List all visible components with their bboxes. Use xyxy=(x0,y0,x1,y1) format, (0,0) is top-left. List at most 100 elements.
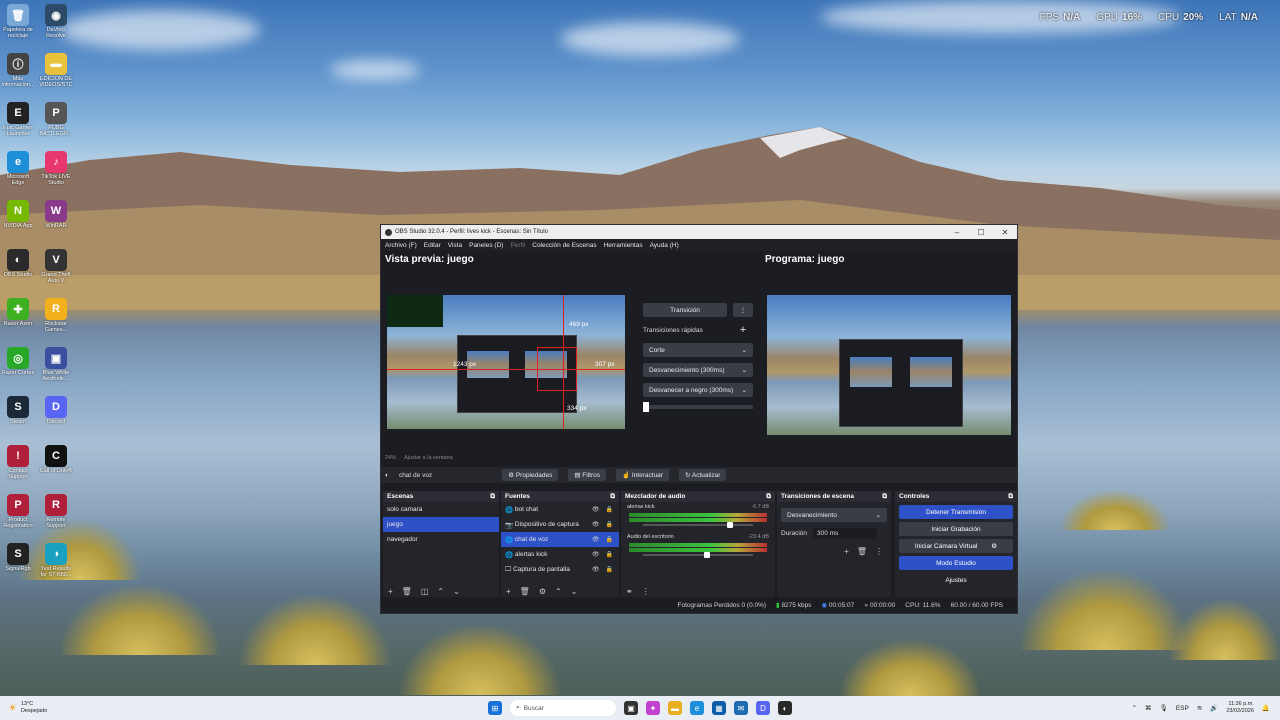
desktop-shortcut[interactable]: ▬ EDICION DE VIDEOS/STC xyxy=(38,53,74,99)
store-icon[interactable]: ▦ xyxy=(712,701,726,715)
menu-paneles[interactable]: Paneles (D) xyxy=(469,242,503,249)
volume-slider[interactable] xyxy=(643,522,753,528)
tbar-slider[interactable] xyxy=(643,402,753,412)
preview-canvas[interactable]: 469 px 1243 px 307 px 334 px xyxy=(387,295,625,429)
desktop-shortcut[interactable]: D Discord xyxy=(38,396,74,442)
wifi-icon[interactable]: ≋ xyxy=(1197,704,1202,712)
eye-icon[interactable]: 👁 xyxy=(592,566,600,573)
desktop-shortcut[interactable]: P PUBG BATTLEGR... xyxy=(38,102,74,148)
source-screen-capture[interactable]: 🖵 Captura de pantalla 👁 🔒 xyxy=(501,562,619,577)
zoom-fit[interactable]: Ajustar a la ventana xyxy=(404,455,453,461)
stop-stream-button[interactable]: Detener Transmisión xyxy=(899,505,1013,519)
lock-icon[interactable]: 🔒 xyxy=(606,506,613,513)
desktop-shortcut[interactable]: E Epic Games Launcher xyxy=(0,102,36,148)
close-icon[interactable]: ✕ xyxy=(993,228,1017,237)
desktop-shortcut[interactable]: ◐ OBS Studio xyxy=(0,249,36,295)
add-icon[interactable]: + xyxy=(506,587,511,596)
up-icon[interactable]: ⌃ xyxy=(437,587,444,596)
desktop-shortcut[interactable]: ♪ TikTok LIVE Studio xyxy=(38,151,74,197)
desktop-shortcut[interactable]: V Grand Theft Auto V xyxy=(38,249,74,295)
volume-slider[interactable] xyxy=(643,552,753,558)
desktop-shortcut[interactable]: ⓘ Más información... xyxy=(0,53,36,99)
menu-coleccion[interactable]: Colección de Escenas xyxy=(532,242,596,249)
dock-undock-icon[interactable]: ⧉ xyxy=(1008,493,1013,500)
start-icon[interactable]: ⊞ xyxy=(488,701,502,715)
trash-icon[interactable]: 🗑 xyxy=(520,587,530,596)
gear-icon[interactable]: ⚙ xyxy=(539,587,546,596)
up-icon[interactable]: ⌃ xyxy=(555,587,562,596)
obs-icon[interactable]: ◐ xyxy=(778,701,792,715)
lock-icon[interactable]: 🔒 xyxy=(606,521,613,528)
volume-icon[interactable]: 🔊 xyxy=(1210,704,1218,712)
menu-vista[interactable]: Vista xyxy=(448,242,462,249)
settings-button[interactable]: Ajustes xyxy=(899,573,1013,587)
desktop-shortcut[interactable]: S SignalRgb xyxy=(0,543,36,589)
add-quick-transition-icon[interactable]: + xyxy=(733,323,753,337)
desktop-shortcut[interactable]: ! Contact Support xyxy=(0,445,36,491)
desktop-shortcut[interactable]: ◉ DaVinci Resolve xyxy=(38,4,74,50)
minimize-icon[interactable]: – xyxy=(945,228,969,237)
add-icon[interactable]: + xyxy=(388,587,393,596)
scene-juego[interactable]: juego xyxy=(383,517,499,532)
menu-editar[interactable]: Editar xyxy=(424,242,441,249)
notification-icon[interactable]: 🔔 xyxy=(1262,704,1270,712)
copilot-icon[interactable]: ✦ xyxy=(646,701,660,715)
desktop-shortcut[interactable]: C Call of Duty® xyxy=(38,445,74,491)
desktop-shortcut[interactable]: ◎ Razer Cortex xyxy=(0,347,36,393)
desktop-shortcut[interactable]: ◑ Test Results for ST-B80... xyxy=(38,543,74,589)
add-icon[interactable]: + xyxy=(844,547,849,556)
maximize-icon[interactable]: ☐ xyxy=(969,228,993,237)
menu-perfil[interactable]: Perfil xyxy=(510,242,525,249)
desktop-shortcut[interactable]: W WinRAR xyxy=(38,200,74,246)
eye-icon[interactable]: 👁 xyxy=(592,536,600,543)
refresh-button[interactable]: ↻ Actualizar xyxy=(678,469,727,481)
down-icon[interactable]: ⌄ xyxy=(453,587,460,596)
network-icon[interactable]: ⌘ xyxy=(1145,704,1152,712)
source-capture-device[interactable]: 📷 Dispositivo de captura 👁 🔒 xyxy=(501,517,619,532)
dock-undock-icon[interactable]: ⧉ xyxy=(766,493,771,500)
duration-input[interactable]: 300 ms xyxy=(813,528,878,539)
discord-icon[interactable]: D xyxy=(756,701,770,715)
menu-icon[interactable]: ⋮ xyxy=(875,547,883,556)
desktop-shortcut[interactable]: R Remote Support xyxy=(38,494,74,540)
menu-ayuda[interactable]: Ayuda (H) xyxy=(650,242,679,249)
desktop-shortcut[interactable]: ✚ Razer Axon xyxy=(0,298,36,344)
menu-icon[interactable]: ⋮ xyxy=(642,587,650,596)
eye-icon[interactable]: 👁 xyxy=(592,551,600,558)
chevron-up-icon[interactable]: ⌃ xyxy=(1132,704,1137,712)
file-explorer-icon[interactable]: ▬ xyxy=(668,701,682,715)
desktop-shortcut[interactable]: S Steam xyxy=(0,396,36,442)
clock[interactable]: 11:36 p.m. 23/02/2026 xyxy=(1226,701,1254,715)
trash-icon[interactable]: 🗑 xyxy=(402,587,412,596)
dock-undock-icon[interactable]: ⧉ xyxy=(882,493,887,500)
eye-icon[interactable]: 👁 xyxy=(592,521,600,528)
title-bar[interactable]: OBS Studio 32.0.4 - Perfil: lives kick -… xyxy=(381,225,1017,239)
trash-icon[interactable]: 🗑 xyxy=(857,547,867,556)
eye-icon[interactable]: 👁 xyxy=(592,506,600,513)
edge-icon[interactable]: e xyxy=(690,701,704,715)
lock-icon[interactable]: 🔒 xyxy=(606,551,613,558)
virtual-camera-button[interactable]: Iniciar Cámara Virtual ⚙ xyxy=(899,539,1013,553)
search-box[interactable]: ⌕ Buscar xyxy=(510,700,616,716)
language-indicator[interactable]: ESP xyxy=(1176,705,1189,712)
menu-herramientas[interactable]: Herramientas xyxy=(604,242,643,249)
lock-icon[interactable]: 🔒 xyxy=(606,536,613,543)
studio-mode-button[interactable]: Modo Estudio xyxy=(899,556,1013,570)
source-chat-de-voz[interactable]: 🌐 chat de voz 👁 🔒 xyxy=(501,532,619,547)
start-recording-button[interactable]: Iniciar Grabación xyxy=(899,522,1013,536)
transition-button[interactable]: Transición xyxy=(643,303,727,317)
transition-menu-icon[interactable]: ⋮ xyxy=(733,303,753,317)
source-bot-chat[interactable]: 🌐 bot chat 👁 🔒 xyxy=(501,502,619,517)
dock-undock-icon[interactable]: ⧉ xyxy=(490,493,495,500)
weather-widget[interactable]: ☀ 13°C Despejado xyxy=(0,701,200,715)
transition-fade-black[interactable]: Desvanecer a negro (300ms) ⌄ xyxy=(643,383,753,397)
menu-archivo[interactable]: Archivo (F) xyxy=(385,242,417,249)
zoom-level[interactable]: 24% xyxy=(385,455,396,461)
desktop-shortcut[interactable]: 🗑 Papelera de reciclaje xyxy=(0,4,36,50)
transition-type-select[interactable]: Desvanecimiento ⌄ xyxy=(781,508,887,522)
properties-button[interactable]: ⚙ Propiedades xyxy=(502,469,559,481)
transition-fade[interactable]: Desvanecimiento (300ms) ⌄ xyxy=(643,363,753,377)
lock-icon[interactable]: 🔒 xyxy=(606,566,613,573)
scene-navegador[interactable]: navegador xyxy=(383,532,499,547)
task-view-icon[interactable]: ▣ xyxy=(624,701,638,715)
